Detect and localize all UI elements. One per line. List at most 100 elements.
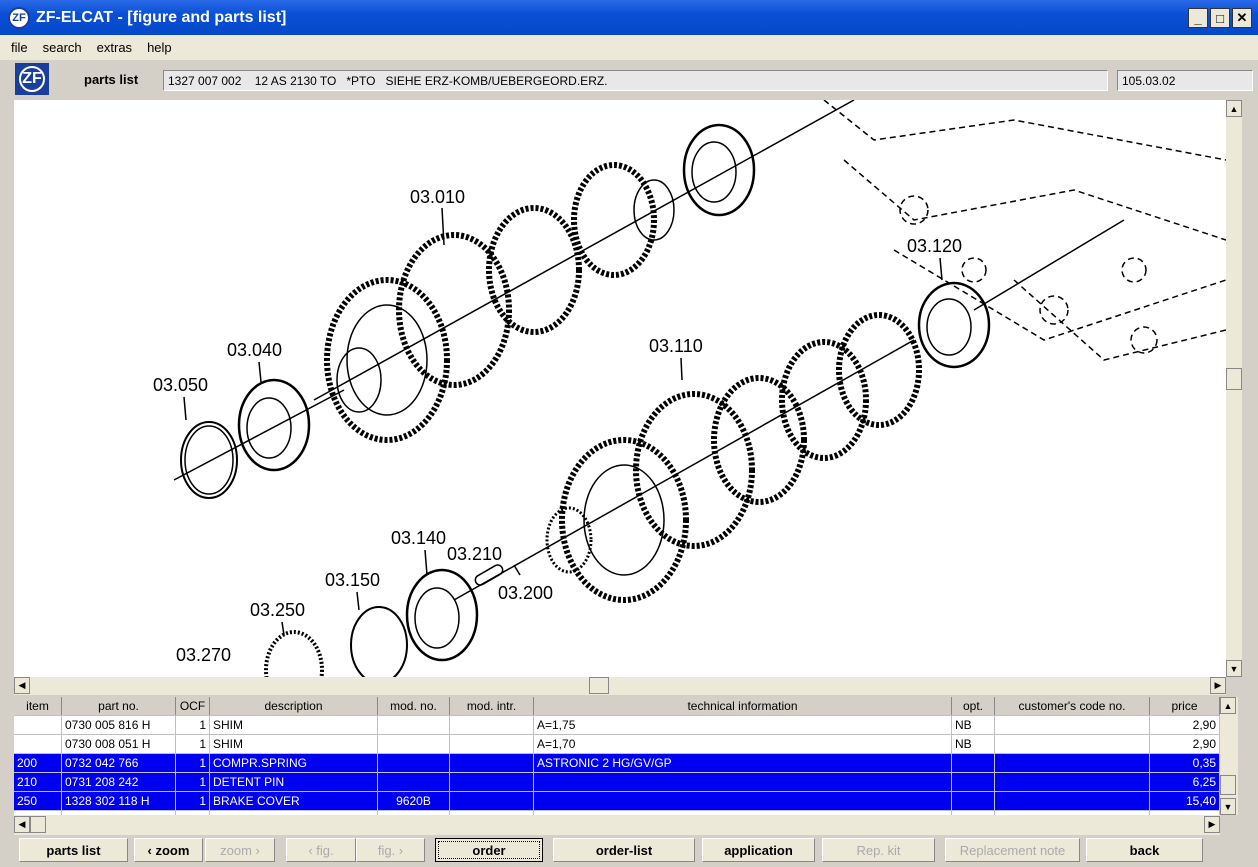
rep-kit-button[interactable]: Rep. kit — [822, 838, 935, 862]
scroll-thumb[interactable] — [589, 677, 609, 694]
cell-mod-intr — [450, 716, 534, 734]
callout-03-210: 03.210 — [447, 544, 502, 564]
callout-03-110: 03.110 — [649, 336, 703, 356]
cell-ocf: 1 — [176, 792, 210, 810]
drawing-vertical-scrollbar[interactable]: ▲ ▼ — [1226, 100, 1242, 677]
cell-opt: NB — [952, 716, 995, 734]
order-list-button[interactable]: order-list — [553, 838, 695, 862]
scroll-right-icon[interactable]: ▶ — [1210, 677, 1226, 694]
cell-price: 15,40 — [1150, 792, 1220, 810]
scroll-down-icon[interactable]: ▼ — [1220, 798, 1236, 815]
app-logo-icon: ZF — [8, 6, 30, 29]
cell-ocf: 1 — [176, 716, 210, 734]
cell-price: 2,90 — [1150, 716, 1220, 734]
menu-file[interactable]: file — [11, 40, 28, 55]
table-row[interactable]: 0730 008 051 H 1 SHIM A=1,70 NB 2,90 — [14, 735, 1220, 754]
drawing-horizontal-scrollbar[interactable]: ◀ ▶ — [14, 677, 1226, 695]
cell-part-no: 0730 005 816 H — [62, 716, 176, 734]
cell-opt — [952, 792, 995, 810]
cell-description: SHIM — [210, 716, 378, 734]
upper-shaft-gears — [324, 162, 675, 443]
col-technical-information[interactable]: technical information — [534, 697, 952, 715]
replacement-note-button[interactable]: Replacement note — [945, 838, 1080, 862]
col-customers-code[interactable]: customer's code no. — [995, 697, 1150, 715]
previous-figure-button[interactable]: ‹ fig. — [286, 838, 356, 862]
lower-shaft-gears — [545, 312, 922, 603]
next-figure-button[interactable]: fig. › — [356, 838, 425, 862]
cell-description: BRAKE COVER — [210, 792, 378, 810]
cell-part-no: 0730 008 051 H — [62, 735, 176, 753]
cell-item — [14, 716, 62, 734]
table-vertical-scrollbar[interactable]: ▲ ▼ — [1220, 697, 1238, 815]
housing-outline — [823, 100, 1226, 361]
figure-number: 105.03.02 — [1117, 70, 1253, 91]
exploded-view-drawing[interactable]: 03.010 03.040 03.050 03.120 03.110 03.14… — [14, 100, 1226, 677]
col-item[interactable]: item — [14, 697, 62, 715]
scroll-left-icon[interactable]: ◀ — [14, 677, 30, 694]
col-mod-no[interactable]: mod. no. — [378, 697, 450, 715]
scroll-left-icon[interactable]: ◀ — [14, 816, 30, 833]
col-price[interactable]: price — [1150, 697, 1220, 715]
scroll-thumb[interactable] — [30, 816, 46, 833]
zoom-in-button[interactable]: zoom › — [205, 838, 275, 862]
cell-item: 210 — [14, 773, 62, 791]
cell-customers-code — [995, 773, 1150, 791]
cell-mod-no: 9620B — [378, 792, 450, 810]
callout-03-040: 03.040 — [227, 340, 282, 360]
table-row[interactable]: 200 0732 042 766 1 COMPR.SPRING ASTRONIC 2 H… — [14, 754, 1220, 773]
cell-ocf: 1 — [176, 773, 210, 791]
back-button[interactable]: back — [1086, 838, 1203, 862]
callout-03-120: 03.120 — [907, 236, 962, 256]
cell-customers-code — [995, 792, 1150, 810]
cell-description: DETENT PIN — [210, 773, 378, 791]
scroll-up-icon[interactable]: ▲ — [1226, 100, 1242, 117]
cell-technical-information — [534, 773, 952, 791]
cell-item — [14, 735, 62, 753]
application-button[interactable]: application — [702, 838, 815, 862]
cell-mod-intr — [450, 792, 534, 810]
order-button[interactable]: order — [435, 838, 543, 862]
table-horizontal-scrollbar[interactable]: ◀ ▶ — [14, 815, 1220, 835]
parts-table: item part no. OCF description mod. no. m… — [14, 697, 1220, 815]
close-button[interactable]: ✕ — [1232, 8, 1252, 28]
minimize-button[interactable]: _ — [1188, 8, 1208, 28]
cell-mod-intr — [450, 773, 534, 791]
scroll-down-icon[interactable]: ▼ — [1226, 660, 1242, 677]
parts-list-description: 1327 007 002 12 AS 2130 TO *PTO SIEHE ER… — [163, 70, 1108, 91]
col-ocf[interactable]: OCF — [176, 697, 210, 715]
menu-extras[interactable]: extras — [97, 40, 132, 55]
cell-price: 0,35 — [1150, 754, 1220, 772]
zoom-out-button[interactable]: ‹ zoom — [134, 838, 203, 862]
scroll-right-icon[interactable]: ▶ — [1204, 816, 1220, 833]
cell-opt — [952, 754, 995, 772]
col-part-no[interactable]: part no. — [62, 697, 176, 715]
scroll-thumb[interactable] — [1226, 368, 1242, 390]
col-description[interactable]: description — [210, 697, 378, 715]
menu-search[interactable]: search — [43, 40, 82, 55]
table-row[interactable]: 210 0731 208 242 1 DETENT PIN 6,25 — [14, 773, 1220, 792]
cell-technical-information: A=1,70 — [534, 735, 952, 753]
col-mod-intr[interactable]: mod. intr. — [450, 697, 534, 715]
cell-ocf: 1 — [176, 735, 210, 753]
col-opt[interactable]: opt. — [952, 697, 995, 715]
cell-customers-code — [995, 754, 1150, 772]
cell-mod-no — [378, 735, 450, 753]
cell-part-no: 1328 302 118 H — [62, 792, 176, 810]
parts-list-label: parts list — [84, 72, 139, 87]
zf-logo-icon: ZF — [15, 63, 49, 95]
menu-help[interactable]: help — [147, 40, 172, 55]
cell-item: 250 — [14, 792, 62, 810]
cell-part-no: 0731 208 242 — [62, 773, 176, 791]
maximize-button[interactable]: □ — [1210, 8, 1230, 28]
parts-list-button[interactable]: parts list — [19, 838, 128, 862]
table-row[interactable]: 250 1328 302 118 H 1 BRAKE COVER 9620B 15,40 — [14, 792, 1220, 811]
scroll-up-icon[interactable]: ▲ — [1220, 697, 1236, 714]
scroll-thumb[interactable] — [1220, 775, 1236, 795]
callout-03-150: 03.150 — [325, 570, 380, 590]
cell-mod-intr — [450, 735, 534, 753]
cell-mod-no — [378, 773, 450, 791]
cell-ocf: 1 — [176, 754, 210, 772]
table-row[interactable]: 0730 005 816 H 1 SHIM A=1,75 NB 2,90 — [14, 716, 1220, 735]
cell-technical-information: ASTRONIC 2 HG/GV/GP — [534, 754, 952, 772]
callout-03-250: 03.250 — [250, 600, 305, 620]
